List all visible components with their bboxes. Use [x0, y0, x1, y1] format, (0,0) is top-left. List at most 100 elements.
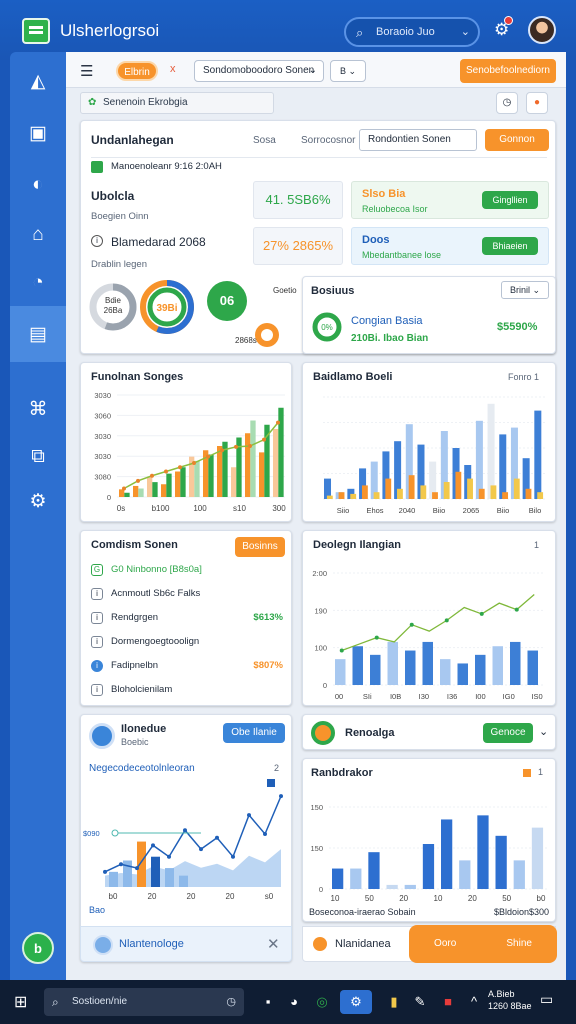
bar: [166, 473, 172, 497]
list-item[interactable]: i Bloholcienilam: [91, 681, 283, 699]
filter-pill[interactable]: Elbrin: [116, 61, 158, 81]
notice-action-1[interactable]: Ooro: [434, 925, 456, 963]
windows-start-icon[interactable]: ⊞: [14, 992, 27, 1012]
help-button[interactable]: b: [22, 932, 54, 964]
sidebar-item-buildings[interactable]: ⌂: [10, 212, 66, 258]
sidebar-item-packages[interactable]: ⧉: [10, 434, 66, 480]
bar: [441, 819, 453, 889]
bottom-chart-title: Ranbdrakor: [311, 767, 373, 779]
profile-button[interactable]: Obe Ilanie: [223, 723, 285, 743]
y-tick-label: 0: [319, 885, 323, 894]
clear-icon[interactable]: x: [170, 63, 176, 75]
promo2-button[interactable]: Bhiaeien: [482, 237, 538, 255]
record-button[interactable]: ●: [526, 92, 548, 114]
menu-icon[interactable]: ☰: [80, 62, 93, 80]
bar: [495, 835, 507, 889]
chevron-up-icon[interactable]: ^: [462, 990, 486, 1014]
status-icon: [91, 161, 103, 173]
trend-point: [262, 437, 266, 442]
notification-bell-icon[interactable]: ⚙: [494, 16, 513, 40]
bar: [231, 467, 237, 497]
avatar[interactable]: [528, 16, 556, 44]
x-tick-label: IS0: [531, 692, 542, 701]
list-item[interactable]: i Dormengoegtooolign: [91, 633, 283, 651]
table-icon: ▤: [29, 323, 47, 345]
search-icon: ⌕: [52, 995, 59, 1009]
breadcrumb[interactable]: ✿ Senenoin Ekrobgia: [80, 92, 274, 114]
taskbar: ⊞ ⌕ Sostioen/nie ◷ ▪ ◕ ◎ ⚙ ▮ ✎ ■ ^ A.Bie…: [0, 980, 576, 1024]
trend-point: [135, 866, 139, 871]
sidebar-item-home[interactable]: ◭: [10, 58, 66, 104]
close-icon[interactable]: ✕: [267, 935, 280, 953]
bar-secondary: [513, 478, 520, 499]
list-item[interactable]: G G0 Ninbonno [B8s0a]: [91, 561, 283, 579]
list-item[interactable]: i Rendgrgen $613%: [91, 609, 283, 627]
line-card-title: Deolegn Ilangian: [313, 539, 402, 551]
notice-action-2[interactable]: Shine: [506, 925, 532, 963]
chart-right-svg: Siio Ehos 2040 Biio 2065 Biio Bilo: [323, 396, 545, 515]
tab-b[interactable]: Sorrocosnor: [301, 135, 355, 146]
list-card-button[interactable]: Bosinns: [235, 537, 285, 557]
folder-icon[interactable]: ▮: [382, 990, 406, 1014]
bar: [161, 484, 167, 497]
list-item[interactable]: i Fadipnelbn $807%: [91, 657, 283, 675]
x-tick-label: I36: [447, 692, 457, 701]
y-tick-label: 190: [314, 606, 327, 615]
taskbar-clock[interactable]: A.Bieb 1260 8Bae: [488, 988, 532, 1012]
trend-point: [192, 461, 196, 465]
list-item[interactable]: i Acnmoutl Sb6c Falks: [91, 585, 283, 603]
bar: [422, 641, 433, 685]
view-select[interactable]: Sondomoboodoro Sonen ⌄: [194, 60, 324, 82]
bar: [422, 844, 435, 889]
page-select[interactable]: B ⌄: [330, 60, 366, 82]
primary-action-button[interactable]: Senobefoolnediorn: [460, 59, 556, 83]
taskbar-search[interactable]: ⌕ Sostioen/nie ◷: [44, 988, 244, 1016]
bar: [165, 868, 174, 887]
sidebar-item-tags[interactable]: ⌘: [10, 386, 66, 432]
sidebar-item-explore[interactable]: ◐: [10, 162, 66, 208]
pen-icon[interactable]: ✎: [408, 990, 432, 1014]
bar: [175, 471, 181, 497]
overview-button[interactable]: Gonnon: [485, 129, 549, 151]
search-input[interactable]: ⌕ Boraoio Juo ⌄: [344, 17, 480, 47]
trend-point: [248, 444, 252, 448]
sidebar-item-documents[interactable]: ▣: [10, 110, 66, 156]
bar-secondary: [443, 482, 450, 499]
notification-center-icon[interactable]: ▭: [540, 991, 553, 1008]
leaf-icon: ◐: [32, 174, 44, 195]
status-panel: Bosiuus Brinil ⌄ 0% Congian Basia 210Bi.…: [302, 276, 556, 354]
settings-app-icon[interactable]: ⚙: [340, 990, 372, 1014]
donut-2-label: 39Bi: [156, 303, 177, 314]
section2-sub: Drablin legen: [91, 259, 147, 270]
trend-point: [276, 420, 280, 425]
mail-icon[interactable]: ■: [436, 990, 460, 1014]
tab-a[interactable]: Sosa: [253, 135, 276, 146]
bar: [217, 446, 223, 497]
bar: [492, 646, 503, 685]
promo1-button[interactable]: Gingllien: [482, 191, 538, 209]
task-view-icon[interactable]: ▪: [256, 990, 280, 1014]
edge-icon[interactable]: ◕: [282, 990, 306, 1014]
bottom-chart-legend: 1: [537, 767, 543, 777]
clock-button[interactable]: ◷: [496, 92, 518, 114]
sidebar-item-analytics[interactable]: ◔: [10, 260, 66, 306]
list-item-label: Bloholcienilam: [111, 684, 173, 695]
breadcrumb-label: Senenoin Ekrobgia: [103, 97, 188, 108]
chrome-icon[interactable]: ◎: [310, 990, 334, 1014]
x-tick-label: 2040: [399, 506, 416, 515]
status-panel-select[interactable]: Brinil ⌄: [501, 281, 549, 299]
x-tick-label: s0: [265, 892, 274, 901]
bar-secondary: [373, 492, 380, 499]
bar: [137, 841, 146, 887]
x-tick-label: I0B: [390, 692, 401, 701]
sidebar-item-reports[interactable]: ▤: [10, 306, 66, 362]
overview-title: Undanlahegan: [91, 133, 174, 147]
list-item-value: $807%: [253, 660, 283, 671]
range-select[interactable]: Rondontien Sonen: [359, 129, 477, 151]
renoalga-button[interactable]: Genoce: [483, 723, 533, 743]
sidebar-item-settings[interactable]: ⚙: [10, 478, 66, 524]
x-tick-label: 100: [193, 504, 207, 513]
bird-icon: ◭: [30, 70, 46, 92]
chevron-down-icon[interactable]: ⌄: [539, 725, 548, 738]
chart-right-legend: Fonro 1: [507, 372, 539, 382]
